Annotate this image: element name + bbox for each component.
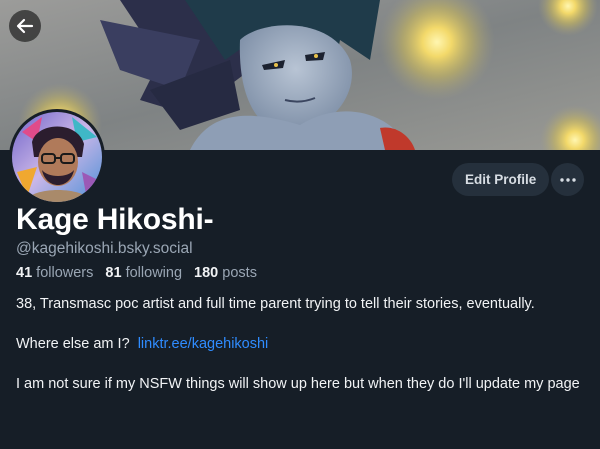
profile-handle: @kagehikoshi.bsky.social (16, 240, 193, 257)
more-options-button[interactable] (551, 163, 584, 196)
following-label: following (125, 265, 183, 281)
following-link[interactable]: 81 following (105, 265, 186, 281)
avatar[interactable] (9, 109, 105, 205)
followers-link[interactable]: 41 followers (16, 265, 97, 281)
edit-profile-button[interactable]: Edit Profile (452, 163, 550, 196)
bio-where-text: Where else am I? (16, 336, 130, 352)
profile-page: Edit Profile Kage Hikoshi- @kagehikoshi.… (0, 0, 600, 449)
profile-stats: 41 followers 81 following 180 posts (16, 265, 265, 281)
ellipsis-icon (559, 177, 576, 182)
followers-count: 41 (16, 265, 33, 281)
arrow-left-icon (16, 18, 34, 34)
display-name: Kage Hikoshi- (16, 203, 214, 236)
bio-line: 38, Transmasc poc artist and full time p… (16, 296, 535, 312)
posts-label: posts (222, 265, 257, 281)
followers-label: followers (36, 265, 94, 281)
bio-links-line: Where else am I? linktr.ee/kagehikoshi (16, 334, 586, 354)
following-count: 81 (105, 265, 122, 281)
back-button[interactable] (9, 10, 41, 42)
profile-bio: 38, Transmasc poc artist and full time p… (16, 294, 586, 394)
bio-line: I am not sure if my NSFW things will sho… (16, 376, 580, 392)
avatar-image (12, 112, 102, 202)
posts-stat: 180 posts (194, 265, 257, 281)
linktree-link[interactable]: linktr.ee/kagehikoshi (138, 336, 269, 352)
posts-count: 180 (194, 265, 219, 281)
